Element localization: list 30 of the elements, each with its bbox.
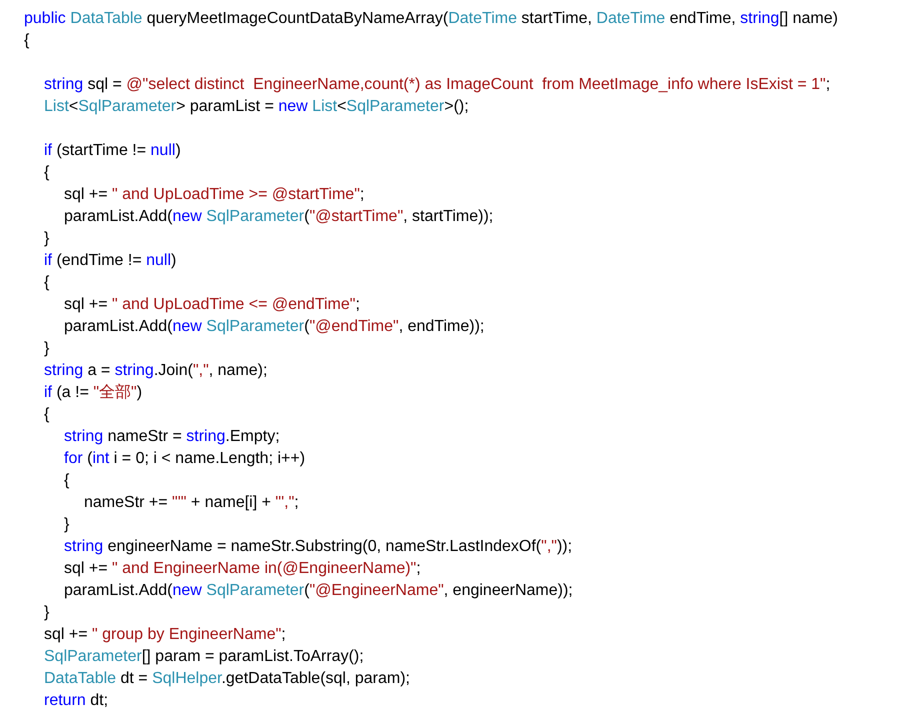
code-line: { bbox=[43, 405, 50, 425]
code-line: { bbox=[23, 31, 30, 51]
code-line: for (int i = 0; i < name.Length; i++) bbox=[63, 449, 306, 469]
code-line: string engineerName = nameStr.Substring(0, nameStr.LastIndexOf(",")); bbox=[63, 537, 572, 557]
code-line: { bbox=[63, 471, 70, 491]
code-line: public DataTable queryMeetImageCountDataByNameArray(DateTime startTime, DateTime endTime, string[] name) bbox=[23, 9, 838, 29]
code-line: if (a != "全部") bbox=[43, 382, 142, 403]
code-line: if (endTime != null) bbox=[43, 251, 176, 271]
code-line: sql += " and EngineerName in(@EngineerName)"; bbox=[63, 559, 421, 579]
code-line: } bbox=[43, 603, 50, 623]
code-line: { bbox=[43, 273, 50, 293]
code-line: sql += " and UpLoadTime <= @endTime"; bbox=[63, 295, 360, 315]
code-line: DataTable dt = SqlHelper.getDataTable(sql, param); bbox=[43, 669, 410, 689]
code-line: paramList.Add(new SqlParameter("@endTime", endTime)); bbox=[63, 317, 484, 337]
code-line: } bbox=[63, 515, 70, 535]
code-line: nameStr += "'" + name[i] + "',"; bbox=[83, 493, 299, 513]
code-line: paramList.Add(new SqlParameter("@EngineerName", engineerName)); bbox=[63, 581, 573, 601]
code-line: sql += " group by EngineerName"; bbox=[43, 625, 286, 645]
code-line: if (startTime != null) bbox=[43, 141, 181, 161]
code-line: return dt; bbox=[43, 691, 108, 711]
code-line: string a = string.Join(",", name); bbox=[43, 361, 268, 381]
code-line: paramList.Add(new SqlParameter("@startTime", startTime)); bbox=[63, 207, 494, 227]
code-line: string nameStr = string.Empty; bbox=[63, 427, 280, 447]
code-line: sql += " and UpLoadTime >= @startTime"; bbox=[63, 185, 364, 205]
code-line: { bbox=[43, 163, 50, 183]
code-line: SqlParameter[] param = paramList.ToArray(); bbox=[43, 647, 364, 667]
code-line: } bbox=[43, 229, 50, 249]
code-line: List<SqlParameter> paramList = new List<SqlParameter>(); bbox=[43, 97, 469, 117]
code-line: string sql = @"select distinct EngineerName,count(*) as ImageCount from MeetImage_info where IsExist = 1"; bbox=[43, 75, 830, 95]
code-line: } bbox=[43, 339, 50, 359]
